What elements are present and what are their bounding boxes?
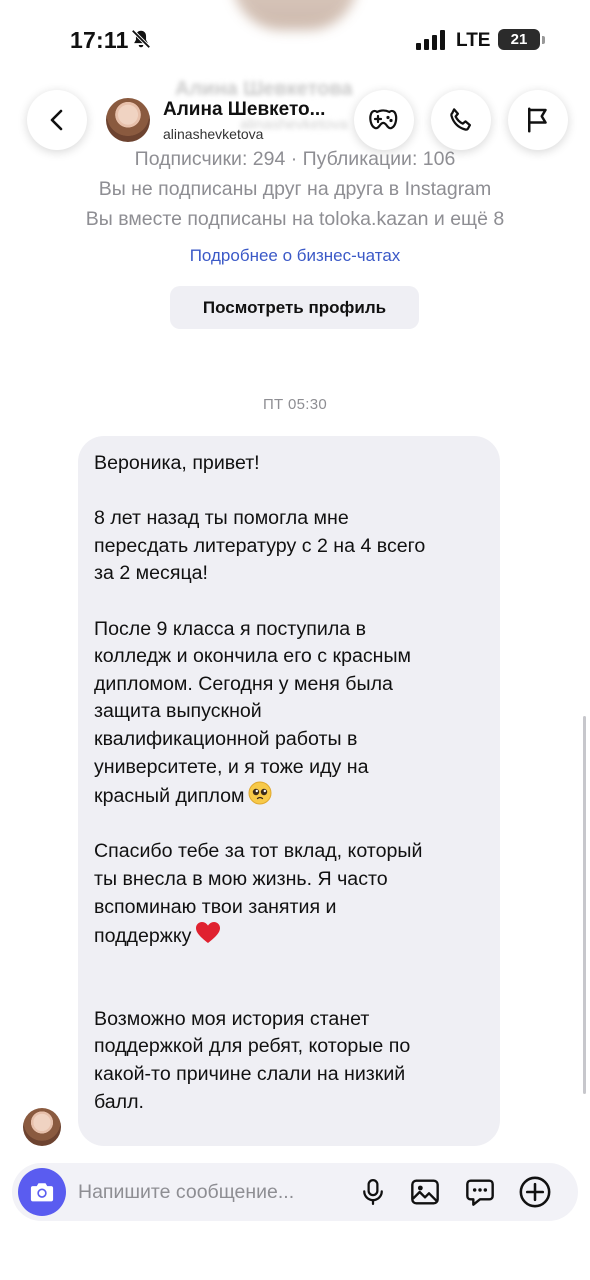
message-line: После 9 класса я поступила в: [94, 617, 367, 640]
header-avatar[interactable]: [106, 98, 150, 142]
games-button[interactable]: [354, 90, 414, 150]
message-line: Спасибо тебе за тот вклад, который: [94, 840, 423, 863]
chat-bubble-icon: [466, 1179, 494, 1206]
contact-name[interactable]: Алина Шевкето...: [163, 99, 325, 121]
voice-message-button[interactable]: [356, 1175, 390, 1209]
status-time: 17:11: [70, 27, 129, 53]
message-line: вспоминаю твои занятия и: [94, 895, 337, 918]
camera-icon: [30, 1183, 54, 1202]
add-button[interactable]: [518, 1175, 552, 1209]
message-line: поддержку: [94, 925, 192, 948]
message-line: дипломом. Сегодня у меня была: [94, 672, 393, 695]
message-line: ​: [94, 951, 484, 979]
message-line: Возможно моя история станет: [94, 1007, 370, 1030]
sender-avatar[interactable]: [23, 1108, 61, 1146]
message-line-with-emoji: поддержку: [94, 921, 484, 951]
message-line: квалификационной работы в: [94, 727, 358, 750]
message-line: ​: [94, 478, 484, 506]
message-line: ​: [94, 588, 484, 616]
bell-off-icon: [131, 29, 151, 49]
plus-circle-icon: [519, 1176, 551, 1208]
gallery-button[interactable]: [408, 1175, 442, 1209]
profile-stats: Подписчики: 294 · Публикации: 106: [134, 148, 456, 170]
message-bubble[interactable]: Вероника, привет! ​ 8 лет назад ты помог…: [78, 436, 500, 1146]
contact-handle: alinashevketova: [163, 126, 264, 142]
chevron-left-icon: [50, 109, 63, 131]
phone-icon: [450, 108, 471, 131]
message-line: защита выпускной: [94, 700, 262, 723]
message-line: ты внесла в мою жизнь. Я часто: [94, 867, 388, 890]
message-line-with-emoji: красный диплом: [94, 781, 484, 811]
mutual-follows: Вы вместе подписаны на toloka.kazan и ещ…: [85, 208, 505, 230]
camera-button[interactable]: [18, 1168, 66, 1216]
message-line: университете, и я тоже иду на: [94, 755, 369, 778]
scrollbar[interactable]: [583, 716, 586, 1094]
message-line: поддержкой для ребят, которые по: [94, 1035, 411, 1058]
back-button[interactable]: [27, 90, 87, 150]
message-line: ​: [94, 811, 484, 839]
sticker-button[interactable]: [463, 1175, 497, 1209]
flag-icon: [528, 107, 547, 133]
message-line: 8 лет назад ты помогла мне: [94, 507, 349, 530]
message-line: пересдать литературу с 2 на 4 всего: [94, 534, 426, 557]
message-timestamp: ПТ 05:30: [262, 396, 328, 413]
pleading-face-emoji-icon: [248, 781, 272, 805]
microphone-icon: [363, 1179, 383, 1205]
game-controller-icon: [369, 109, 398, 130]
business-chats-link[interactable]: Подробнее о бизнес-чатах: [0, 246, 590, 266]
view-profile-button[interactable]: Посмотреть профиль: [170, 286, 419, 329]
message-line: балл.: [94, 1090, 144, 1113]
message-line: за 2 месяца!: [94, 562, 209, 585]
red-heart-emoji-icon: [196, 922, 221, 944]
report-button[interactable]: [508, 90, 568, 150]
message-line: красный диплом: [94, 785, 245, 808]
message-line: Вероника, привет!: [94, 452, 260, 474]
call-button[interactable]: [431, 90, 491, 150]
message-line: ​: [94, 978, 484, 1006]
battery-icon: 21: [498, 29, 540, 50]
image-icon: [411, 1179, 439, 1205]
battery-tip: [542, 36, 545, 44]
message-line: какой-то причине слали на низкий: [94, 1063, 406, 1086]
follow-status: Вы не подписаны друг на друга в Instagra…: [98, 178, 492, 200]
network-type: LTE: [456, 30, 491, 51]
message-input[interactable]: [78, 1178, 338, 1206]
message-line: колледж и окончила его с красным: [94, 645, 412, 668]
signal-strength-icon: [416, 30, 445, 50]
